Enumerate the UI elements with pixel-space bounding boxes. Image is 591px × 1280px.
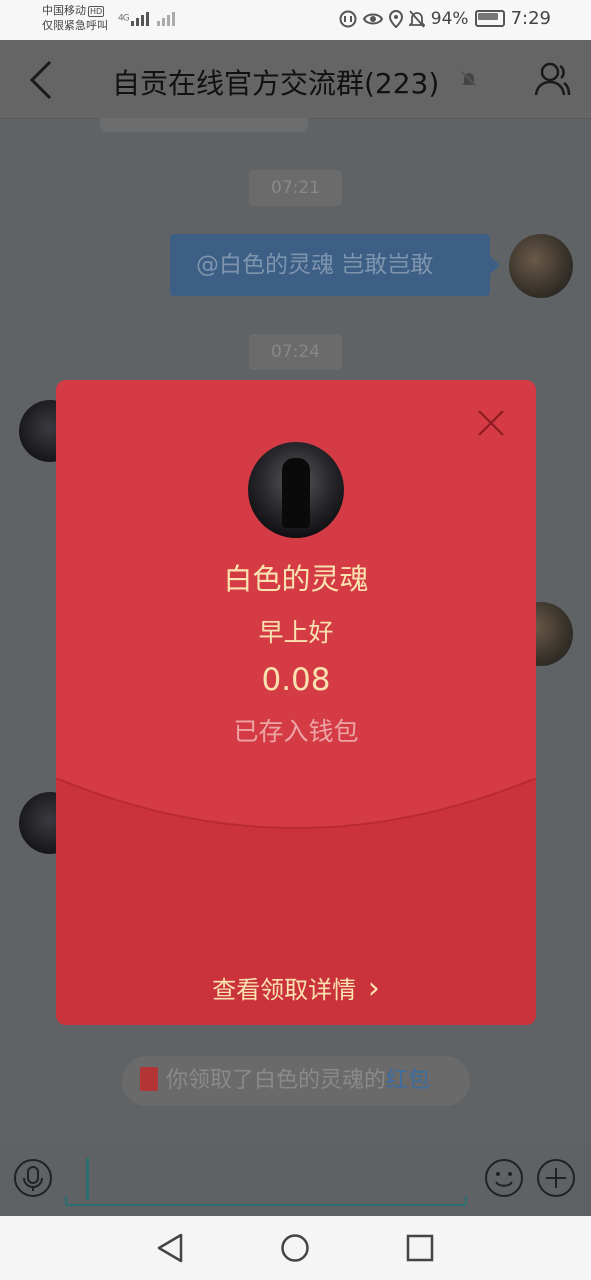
back-arrow-icon[interactable]: [26, 58, 66, 102]
avatar-figure: [282, 458, 310, 528]
signal-icons: 4G: [118, 10, 179, 26]
message-input[interactable]: [65, 1154, 467, 1206]
microphone-icon[interactable]: [13, 1158, 53, 1198]
emoji-icon[interactable]: [484, 1158, 524, 1198]
previous-message-bubble: [100, 118, 308, 132]
data-saver-icon: [339, 10, 357, 27]
red-packet-notice: 你领取了白色的灵魂的红包: [122, 1056, 470, 1106]
chevron-right-icon: ›: [367, 971, 380, 1006]
signal-strength-icon: [130, 12, 175, 26]
battery-percent: 94%: [430, 8, 469, 29]
packet-amount: 0.08: [261, 662, 331, 698]
chat-header: 自贡在线官方交流群(223): [0, 40, 591, 119]
hd-badge: HD: [88, 6, 105, 17]
input-bar: [0, 1140, 591, 1216]
network-type: 4G: [118, 13, 130, 24]
plus-icon[interactable]: [536, 1158, 576, 1198]
status-bar: 中国移动 HD 仅限紧急呼叫 4G 94% 7:29: [0, 0, 591, 40]
view-details-link[interactable]: 查看领取详情 ›: [56, 970, 536, 1006]
status-right: 94% 7:29: [339, 8, 551, 29]
group-members-icon[interactable]: [533, 60, 571, 98]
system-nav-bar: [0, 1216, 591, 1280]
red-packet-link[interactable]: 红包: [386, 1068, 430, 1093]
view-details-label: 查看领取详情: [212, 976, 357, 1004]
carrier-name: 中国移动: [42, 4, 86, 17]
close-icon[interactable]: [476, 408, 506, 438]
nav-home-icon[interactable]: [280, 1233, 310, 1263]
eye-icon: [362, 13, 383, 24]
battery-icon: [474, 10, 505, 27]
red-packet-icon: [140, 1067, 158, 1091]
sender-avatar-large: [248, 442, 344, 538]
mute-bell-icon: [408, 9, 425, 28]
red-packet-modal: 白色的灵魂 早上好 0.08 已存入钱包 查看领取详情 ›: [56, 380, 536, 1025]
group-title: 自贡在线官方交流群(223): [112, 67, 440, 100]
timestamp: 07:21: [249, 170, 342, 206]
carrier-info: 中国移动 HD 仅限紧急呼叫: [42, 3, 108, 33]
location-icon: [388, 9, 403, 28]
packet-status: 已存入钱包: [233, 717, 359, 746]
timestamp: 07:24: [249, 334, 342, 370]
nav-back-icon[interactable]: [155, 1232, 185, 1264]
emergency-label: 仅限紧急呼叫: [42, 19, 108, 32]
my-message-bubble[interactable]: @白色的灵魂 岂敢岂敢: [170, 234, 500, 296]
my-avatar[interactable]: [509, 234, 573, 298]
notice-text: 你领取了白色的灵魂的: [166, 1068, 387, 1093]
packet-sender-name: 白色的灵魂: [223, 562, 369, 596]
mute-icon: [461, 71, 477, 87]
text-cursor: [86, 1158, 89, 1200]
nav-recents-icon[interactable]: [406, 1234, 434, 1262]
clock: 7:29: [510, 8, 551, 29]
packet-greeting: 早上好: [258, 618, 334, 647]
